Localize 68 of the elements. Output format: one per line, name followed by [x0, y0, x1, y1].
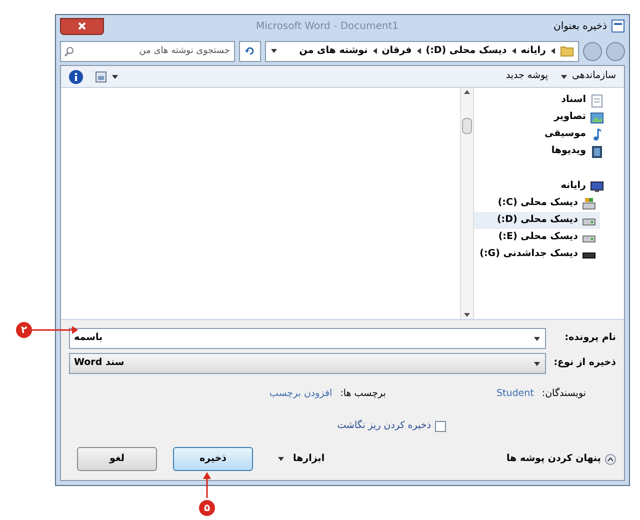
navigation-item[interactable]: دیسک محلی (D:) [474, 212, 600, 229]
save-type-label: ذخیره از نوع: [554, 356, 616, 370]
window-title: ذخیره بعنوان [553, 20, 607, 34]
film-icon [590, 144, 604, 158]
folder-icon [560, 45, 574, 57]
forward-button[interactable] [583, 42, 602, 60]
tags-label: برچسب ها: [340, 386, 386, 401]
view-icon [95, 70, 107, 82]
cancel-button[interactable]: لغو [77, 447, 157, 471]
image-icon [590, 110, 604, 124]
dropdown-arrow-icon [111, 74, 119, 80]
navigation-item[interactable]: اسناد [474, 92, 608, 109]
help-button[interactable] [69, 70, 83, 84]
search-icon [64, 46, 75, 56]
info-icon [74, 72, 78, 80]
window-icon [611, 19, 625, 33]
monitor-icon [590, 180, 604, 194]
dropdown-arrow-icon [533, 360, 541, 366]
save-button[interactable]: ذخیره [173, 447, 253, 471]
search-field[interactable]: جستجوی نوشته های من [60, 40, 235, 62]
breadcrumb-item[interactable]: نوشته های من [299, 44, 368, 58]
checkbox[interactable] [435, 420, 446, 432]
window-caption: Microsoft Word - Document1 [256, 20, 399, 34]
refresh-button[interactable] [239, 40, 261, 62]
chevron-icon [372, 47, 378, 55]
navigation-item[interactable]: دیسک محلی (E:) [474, 229, 600, 246]
authors-label: نویسندگان: [542, 386, 586, 401]
organize-button[interactable]: سازماندهی [560, 69, 616, 84]
scrollbar-thumb[interactable] [462, 118, 472, 134]
tools-button[interactable]: ابزارها [277, 452, 325, 466]
authors-value[interactable]: Student [394, 386, 534, 402]
dropdown-arrow-icon [277, 456, 285, 462]
save-type-field[interactable]: سند Word [69, 353, 546, 374]
chevron-icon [416, 47, 422, 55]
navigation-item[interactable]: دیسک محلی (C:) [474, 195, 600, 212]
hide-folders-button[interactable]: پنهان کردن پوشه ها [506, 452, 616, 466]
file-name-field[interactable]: باسمه [69, 328, 546, 349]
new-folder-button[interactable]: پوشه جدید [506, 69, 548, 84]
breadcrumb-item[interactable]: دیسک محلی (D:) [426, 44, 507, 58]
navigation-item[interactable]: دیسک جداشدنی (G:) [474, 246, 600, 263]
navigation-item[interactable]: رایانه [474, 178, 608, 195]
document-icon [590, 94, 604, 108]
callout-arrow [32, 326, 78, 334]
chevron-icon [510, 47, 517, 55]
chevron-up-icon [605, 454, 616, 464]
callout-arrow [203, 472, 211, 500]
navigation-item[interactable]: ویدیوها [474, 143, 608, 160]
view-button[interactable] [95, 70, 119, 82]
dropdown-arrow-icon [270, 48, 278, 54]
address-bar[interactable]: رایانه دیسک محلی (D:) فرقان نوشته های من [265, 40, 579, 62]
refresh-icon [244, 46, 256, 56]
close-icon [77, 21, 87, 31]
callout-marker: ۲ [16, 322, 32, 338]
breadcrumb-item[interactable]: رایانه [520, 44, 546, 58]
tags-value[interactable]: افزودن برچسب [269, 386, 332, 402]
navigation-item[interactable]: تصاویر [474, 109, 608, 126]
navigation-item[interactable]: موسیقی [474, 126, 608, 143]
close-button[interactable] [60, 18, 104, 34]
chevron-icon [550, 47, 556, 55]
file-name-label: نام پرونده: [564, 331, 616, 346]
dropdown-arrow-icon [560, 74, 568, 80]
callout-marker: ۵ [199, 500, 215, 516]
checkbox-label: ذخیره کردن ریز نگاشت [337, 418, 431, 433]
scrollbar[interactable] [460, 88, 474, 319]
dropdown-arrow-icon [533, 336, 541, 342]
drive-icon [582, 196, 596, 210]
back-button[interactable] [606, 42, 625, 60]
breadcrumb-item[interactable]: فرقان [382, 44, 412, 58]
